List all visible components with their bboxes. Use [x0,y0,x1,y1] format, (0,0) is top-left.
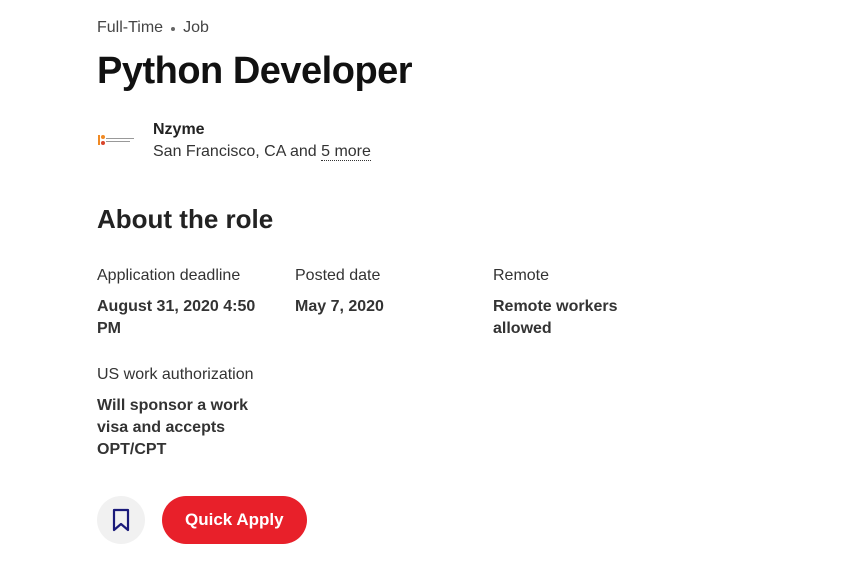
detail-label: Application deadline [97,267,241,284]
detail-application-deadline: Application deadline August 31, 2020 4:5… [97,266,275,340]
location-joiner: and [289,143,317,160]
employer-location: San Francisco, CA [153,143,286,160]
employer-location-line: San Francisco, CA and 5 more [153,140,371,164]
separator-dot [171,27,176,31]
bookmark-icon [112,508,130,532]
employer-name[interactable]: Nzyme [153,120,371,140]
job-meta-line: Full-Time Job [97,19,209,37]
detail-label: Remote [493,267,550,284]
employer-text: Nzyme San Francisco, CA and 5 more [153,120,371,164]
employer-info: Nzyme San Francisco, CA and 5 more [97,120,371,164]
detail-label: Posted date [295,267,381,284]
save-job-button[interactable] [97,496,145,544]
detail-posted-date: Posted date May 7, 2020 [295,266,473,318]
detail-value: May 7, 2020 [295,298,384,315]
detail-label: US work authorization [97,366,254,383]
more-locations-link[interactable]: 5 more [321,143,371,161]
detail-value: Remote workers allowed [493,298,618,337]
detail-value: August 31, 2020 4:50 PM [97,298,256,337]
detail-value: Will sponsor a work visa and accepts OPT… [97,397,248,458]
nzyme-logo-icon [98,135,134,145]
posting-type: Job [183,19,209,36]
job-actions: Quick Apply [97,496,307,544]
employer-logo[interactable] [97,120,137,160]
about-role-heading: About the role [97,204,274,234]
quick-apply-button[interactable]: Quick Apply [162,496,307,544]
detail-remote: Remote Remote workers allowed [493,266,671,340]
job-title: Python Developer [97,50,413,92]
detail-work-authorization: US work authorization Will sponsor a wor… [97,365,275,461]
employment-type: Full-Time [97,19,164,36]
